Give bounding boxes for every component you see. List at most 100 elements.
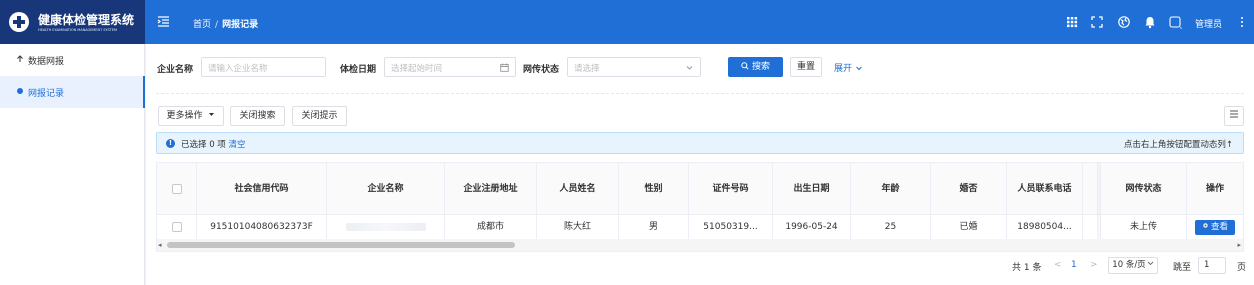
- scroll-left-icon[interactable]: ◂: [158, 241, 162, 249]
- table-header: 社会信用代码 企业名称 企业注册地址 人员姓名 性别 证件号码 出生日期 年龄 …: [157, 163, 1243, 215]
- column-header[interactable]: 年龄: [851, 163, 931, 215]
- column-header[interactable]: 企业注册地址: [445, 163, 537, 215]
- app-subtitle: HEALTH EXAMINATION MANAGEMENT SYSTEM: [38, 28, 117, 32]
- column-header[interactable]: 网传状态: [1101, 163, 1187, 215]
- close-search-button[interactable]: 关闭搜索: [230, 106, 285, 126]
- select-all-cell: [157, 163, 197, 215]
- date-placeholder: 选择起始时间: [391, 64, 443, 74]
- horizontal-scrollbar[interactable]: ◂ ▸: [157, 239, 1243, 251]
- jump-page-input[interactable]: 1: [1198, 257, 1226, 274]
- expand-label: 展开: [834, 64, 853, 74]
- search-button[interactable]: 搜索: [728, 57, 783, 77]
- chevron-down-icon: [685, 63, 694, 72]
- column-header[interactable]: 性别: [619, 163, 689, 215]
- avatar-icon[interactable]: [1168, 15, 1182, 29]
- caret-down-icon: [209, 113, 215, 116]
- page-size-label: 10 条/页: [1112, 260, 1146, 270]
- date-label: 体检日期: [340, 65, 377, 75]
- upload-arrow-icon: [16, 55, 24, 63]
- top-header: 健康体检管理系统 HEALTH EXAMINATION MANAGEMENT S…: [0, 0, 1254, 44]
- page-size-select[interactable]: 10 条/页: [1108, 257, 1158, 274]
- column-header[interactable]: 社会信用代码: [197, 163, 327, 215]
- user-name[interactable]: 管理员: [1195, 17, 1222, 30]
- view-button[interactable]: 查看: [1195, 220, 1235, 235]
- prev-page-icon[interactable]: <: [1054, 260, 1062, 270]
- eye-icon: [1203, 223, 1208, 228]
- close-tips-button[interactable]: 关闭提示: [292, 106, 347, 126]
- column-header[interactable]: 企业名称: [327, 163, 445, 215]
- total-count: 共 1 条: [1012, 263, 1042, 273]
- globe-icon[interactable]: [1117, 15, 1131, 29]
- page-unit-label: 页: [1237, 263, 1247, 273]
- calendar-icon: [500, 63, 509, 72]
- status-placeholder: 请选择: [574, 64, 600, 74]
- sidebar-item-data-report[interactable]: 数据网报: [0, 44, 145, 76]
- column-settings-button[interactable]: [1224, 106, 1244, 126]
- next-page-icon[interactable]: >: [1090, 260, 1098, 270]
- upload-status-cell: 未上传: [1101, 215, 1187, 239]
- person-name-cell: 陈大红: [537, 215, 619, 239]
- column-header[interactable]: 人员姓名: [537, 163, 619, 215]
- married-cell: 已婚: [931, 215, 1007, 239]
- column-header[interactable]: 人员联系电话: [1007, 163, 1083, 215]
- app-title: 健康体检管理系统: [38, 13, 135, 27]
- column-header[interactable]: 出生日期: [773, 163, 851, 215]
- credit-code-cell: 91510104080632373F: [197, 215, 327, 239]
- menu-toggle-icon[interactable]: [157, 15, 170, 28]
- view-label: 查看: [1210, 222, 1228, 232]
- column-header[interactable]: 证件号码: [689, 163, 773, 215]
- expand-link[interactable]: 展开: [834, 61, 863, 74]
- status-select[interactable]: 请选择: [567, 57, 701, 77]
- divider: [156, 93, 1244, 94]
- bell-icon[interactable]: [1143, 15, 1157, 29]
- row-checkbox[interactable]: [172, 222, 182, 232]
- logo-icon: [9, 12, 29, 32]
- date-picker[interactable]: 选择起始时间: [384, 57, 516, 77]
- breadcrumb-home[interactable]: 首页: [193, 20, 211, 30]
- dot-icon: [16, 87, 24, 95]
- page-number-current[interactable]: 1: [1071, 260, 1077, 270]
- jump-label: 跳至: [1173, 263, 1192, 273]
- fixed-column-shadow: [1097, 163, 1101, 239]
- selection-text: 已选择 0 项 清空: [181, 138, 246, 150]
- redacted-company: [345, 222, 426, 231]
- selected-count: 已选择 0 项: [181, 140, 226, 150]
- sidebar-item-label: 数据网报: [28, 57, 65, 67]
- column-header[interactable]: 操作: [1187, 163, 1243, 215]
- company-label: 企业名称: [157, 65, 194, 75]
- column-config-hint: 点击右上角按钮配置动态列↑: [1123, 140, 1233, 150]
- company-cell: [327, 215, 445, 239]
- sidebar-item-label: 网报记录: [28, 89, 65, 99]
- fullscreen-icon[interactable]: [1090, 15, 1104, 29]
- company-placeholder: 请输入企业名称: [208, 64, 268, 74]
- breadcrumb-separator: /: [215, 20, 219, 30]
- list-settings-icon: [1230, 110, 1238, 118]
- scroll-right-icon[interactable]: ▸: [1237, 241, 1241, 249]
- scrollbar-thumb[interactable]: [167, 242, 515, 248]
- chevron-down-icon: [1147, 261, 1154, 266]
- more-vertical-icon[interactable]: [1240, 15, 1244, 29]
- clear-link[interactable]: 清空: [229, 140, 246, 150]
- more-actions-button[interactable]: 更多操作: [158, 106, 224, 126]
- search-icon: [741, 62, 749, 70]
- info-icon: !: [166, 139, 175, 148]
- grid-icon[interactable]: [1065, 15, 1079, 29]
- status-label: 网传状态: [523, 65, 560, 75]
- chevron-down-icon: [856, 66, 862, 71]
- reset-button[interactable]: 重置: [790, 57, 822, 77]
- gender-cell: 男: [619, 215, 689, 239]
- row-select-cell: [157, 215, 197, 239]
- more-actions-label: 更多操作: [166, 111, 203, 121]
- phone-cell: 18980504...: [1007, 215, 1083, 239]
- company-input[interactable]: 请输入企业名称: [201, 57, 326, 77]
- logo-area: 健康体检管理系统 HEALTH EXAMINATION MANAGEMENT S…: [0, 0, 145, 44]
- column-header[interactable]: 婚否: [931, 163, 1007, 215]
- action-cell: 查看: [1187, 215, 1243, 239]
- sidebar: 数据网报 网报记录: [0, 44, 145, 285]
- birth-date-cell: 1996-05-24: [773, 215, 851, 239]
- select-all-checkbox[interactable]: [172, 184, 182, 194]
- sidebar-item-report-records[interactable]: 网报记录: [0, 76, 145, 108]
- table-row[interactable]: 91510104080632373F 成都市 陈大红 男 51050319...…: [157, 215, 1243, 239]
- age-cell: 25: [851, 215, 931, 239]
- records-table: 社会信用代码 企业名称 企业注册地址 人员姓名 性别 证件号码 出生日期 年龄 …: [156, 162, 1244, 252]
